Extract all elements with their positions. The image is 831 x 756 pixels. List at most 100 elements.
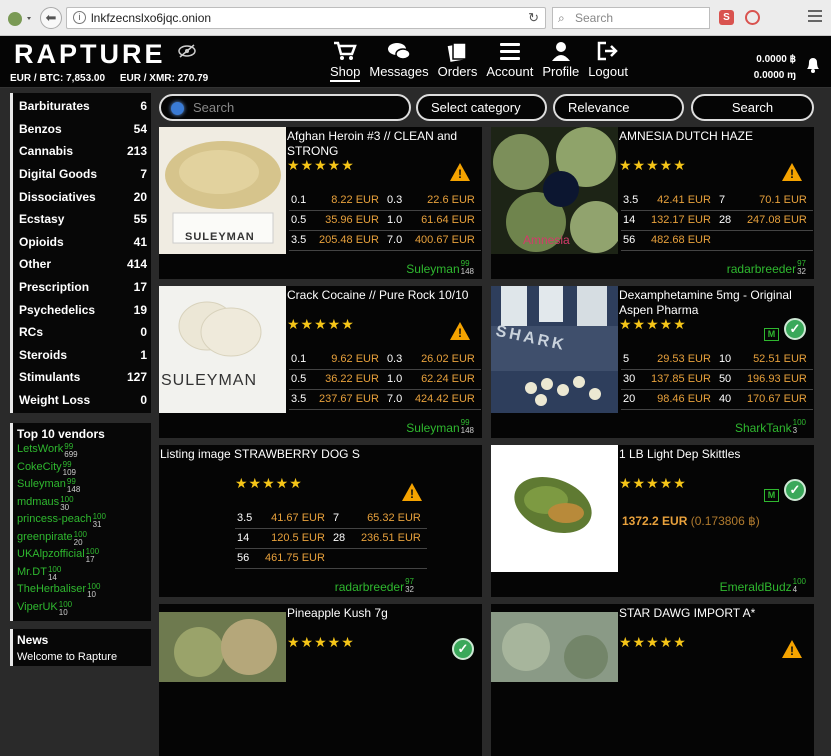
category-count: 0 xyxy=(140,325,147,340)
site-logo[interactable]: RAPTURE xyxy=(14,39,166,70)
category-item[interactable]: Ecstasy 55 xyxy=(13,208,151,231)
top-vendor-item[interactable]: UKAlpzofficial 100 17 xyxy=(17,548,151,566)
nav-account[interactable]: Account xyxy=(482,38,537,82)
category-name: Digital Goods xyxy=(19,167,97,182)
listing-vendor[interactable]: radarbreeder 97 32 xyxy=(335,578,414,595)
listing-title[interactable]: STAR DAWG IMPORT A* xyxy=(619,606,811,621)
listing-search-input[interactable]: Search xyxy=(159,94,411,121)
top-vendor-item[interactable]: mdmaus 100 30 xyxy=(17,495,151,514)
extension-block-icon[interactable] xyxy=(745,10,760,25)
category-item[interactable]: RCs 0 xyxy=(13,321,151,344)
listing-title[interactable]: Crack Cocaine // Pure Rock 10/10 xyxy=(287,288,479,303)
listing-card[interactable]: Listing image STRAWBERRY DOG S ★★★★★! 3.5 4… xyxy=(159,445,482,597)
top-vendor-item[interactable]: Mr.DT 100 14 xyxy=(17,565,151,584)
listing-card[interactable]: SHARK Dexamphetamine 5mg - Original Aspen… xyxy=(491,286,814,438)
orders-icon xyxy=(438,38,478,64)
listing-card[interactable]: SULEYMAN Afghan Heroin #3 // CLEAN and ST… xyxy=(159,127,482,279)
listing-image[interactable]: SULEYMAN xyxy=(159,286,286,413)
nav-profile[interactable]: Profile xyxy=(538,38,583,82)
listing-vendor[interactable]: radarbreeder 97 32 xyxy=(727,260,806,277)
listing-title[interactable]: AMNESIA DUTCH HAZE xyxy=(619,129,811,144)
top-vendor-item[interactable]: TheHerbaliser 100 10 xyxy=(17,583,151,601)
address-bar[interactable]: i lnkfzecnslxo6jqc.onion ↻ xyxy=(66,7,546,29)
listing-vendor[interactable]: SharkTank 100 3 xyxy=(735,419,806,436)
listing-title[interactable]: Listing image STRAWBERRY DOG S xyxy=(160,447,390,462)
nav-messages[interactable]: Messages xyxy=(365,38,432,82)
category-item[interactable]: Cannabis 213 xyxy=(13,140,151,163)
price-row[interactable]: 3.5 41.67 EUR 7 65.32 EUR xyxy=(235,508,427,529)
listing-vendor[interactable]: Suleyman 99 148 xyxy=(406,260,474,277)
top-vendor-item[interactable]: LetsWork 99 699 xyxy=(17,443,151,461)
listing-image[interactable] xyxy=(159,612,286,682)
category-item[interactable]: Dissociatives 20 xyxy=(13,185,151,208)
back-button[interactable]: ⬅ xyxy=(40,7,62,29)
sort-select[interactable]: Relevance xyxy=(553,94,684,121)
top-vendor-item[interactable]: ViperUK 100 10 xyxy=(17,600,151,619)
category-item[interactable]: Digital Goods 7 xyxy=(13,163,151,186)
nav-orders[interactable]: Orders xyxy=(434,38,482,82)
browser-search-input[interactable]: ⌕ Search xyxy=(552,7,710,29)
listing-image[interactable]: Amnesia xyxy=(491,127,618,254)
price-row[interactable]: 0.5 35.96 EUR 1.0 61.64 EUR xyxy=(289,210,481,231)
price-row[interactable]: 14 120.5 EUR 28 236.51 EUR xyxy=(235,528,427,549)
price-row[interactable]: 0.5 36.22 EUR 1.0 62.24 EUR xyxy=(289,369,481,390)
price-qty: 20 xyxy=(621,389,649,410)
price-row[interactable]: 56 482.68 EUR xyxy=(621,230,813,251)
listing-title[interactable]: Afghan Heroin #3 // CLEAN and STRONG xyxy=(287,129,479,159)
wallet-balances[interactable]: 0.0000 ฿ 0.0000 ɱ xyxy=(748,52,796,84)
top-vendor-item[interactable]: princess-peach 100 31 xyxy=(17,513,151,531)
category-item[interactable]: Steroids 1 xyxy=(13,344,151,367)
listing-vendor[interactable]: Suleyman 99 148 xyxy=(406,419,474,436)
price-row[interactable]: 30 137.85 EUR 50 196.93 EUR xyxy=(621,369,813,390)
price-row[interactable]: 3.5 205.48 EUR 7.0 400.67 EUR xyxy=(289,230,481,251)
warning-mark: ! xyxy=(790,644,794,658)
listing-card[interactable]: 1 LB Light Dep Skittles ★★★★★ M ✓ 1372.2 EUR… xyxy=(491,445,814,597)
price-row[interactable]: 56 461.75 EUR xyxy=(235,548,427,569)
bell-icon[interactable] xyxy=(804,54,822,79)
category-select[interactable]: Select category xyxy=(416,94,547,121)
listing-card[interactable]: Pineapple Kush 7g ★★★★★ ✓ xyxy=(159,604,482,756)
extension-s-icon[interactable]: S xyxy=(719,10,734,25)
price-row[interactable]: 3.5 42.41 EUR 7 70.1 EUR xyxy=(621,190,813,211)
browser-menu-icon[interactable] xyxy=(808,10,822,24)
price-row[interactable]: 14 132.17 EUR 28 247.08 EUR xyxy=(621,210,813,231)
top-vendor-item[interactable]: greenpirate 100 20 xyxy=(17,530,151,549)
listing-vendor[interactable]: EmeraldBudz 100 4 xyxy=(720,578,806,595)
reload-icon[interactable]: ↻ xyxy=(528,8,539,28)
listing-image[interactable]: SULEYMAN xyxy=(159,127,286,254)
nav-logout[interactable]: Logout xyxy=(584,38,632,82)
listing-card[interactable]: Amnesia AMNESIA DUTCH HAZE ★★★★★! 3.5 42.41 … xyxy=(491,127,814,279)
search-button[interactable]: Search xyxy=(691,94,814,121)
top-vendor-item[interactable]: Suleyman 99 148 xyxy=(17,478,151,496)
listing-title[interactable]: Pineapple Kush 7g xyxy=(287,606,479,621)
listing-image[interactable] xyxy=(491,612,618,682)
nav-shop[interactable]: Shop xyxy=(326,38,364,82)
news-text[interactable]: Welcome to Rapture xyxy=(17,651,151,663)
listing-title[interactable]: 1 LB Light Dep Skittles xyxy=(619,447,811,462)
price-amount: 22.6 EUR xyxy=(412,190,481,211)
listing-image[interactable] xyxy=(491,445,618,572)
price-row[interactable]: 5 29.53 EUR 10 52.51 EUR xyxy=(621,349,813,370)
category-item[interactable]: Benzos 54 xyxy=(13,118,151,141)
category-item[interactable]: Psychedelics 19 xyxy=(13,298,151,321)
price-row[interactable]: 3.5 237.67 EUR 7.0 424.42 EUR xyxy=(289,389,481,410)
category-item[interactable]: Weight Loss 0 xyxy=(13,389,151,412)
category-item[interactable]: Barbiturates 6 xyxy=(13,95,151,118)
category-item[interactable]: Opioids 41 xyxy=(13,231,151,254)
price-row[interactable]: 20 98.46 EUR 40 170.67 EUR xyxy=(621,389,813,410)
listing-image[interactable]: SHARK xyxy=(491,286,618,413)
listing-title[interactable]: Dexamphetamine 5mg - Original Aspen Phar… xyxy=(619,288,811,318)
category-item[interactable]: Prescription 17 xyxy=(13,276,151,299)
category-count: 19 xyxy=(133,302,147,317)
listing-card[interactable]: STAR DAWG IMPORT A* ★★★★★! xyxy=(491,604,814,756)
top-vendor-item[interactable]: CokeCity 99 109 xyxy=(17,460,151,479)
listing-card[interactable]: SULEYMAN Crack Cocaine // Pure Rock 10/10… xyxy=(159,286,482,438)
browser-onion-menu-button[interactable] xyxy=(6,9,34,27)
category-item[interactable]: Stimulants 127 xyxy=(13,366,151,389)
price-row[interactable]: 0.1 9.62 EUR 0.3 26.02 EUR xyxy=(289,349,481,370)
warning-icon: ! xyxy=(450,322,470,340)
nav-profile-label: Profile xyxy=(542,64,580,79)
category-item[interactable]: Other 414 xyxy=(13,253,151,276)
price-row[interactable]: 0.1 8.22 EUR 0.3 22.6 EUR xyxy=(289,190,481,211)
top-vendors-title: Top 10 vendors xyxy=(17,427,105,442)
